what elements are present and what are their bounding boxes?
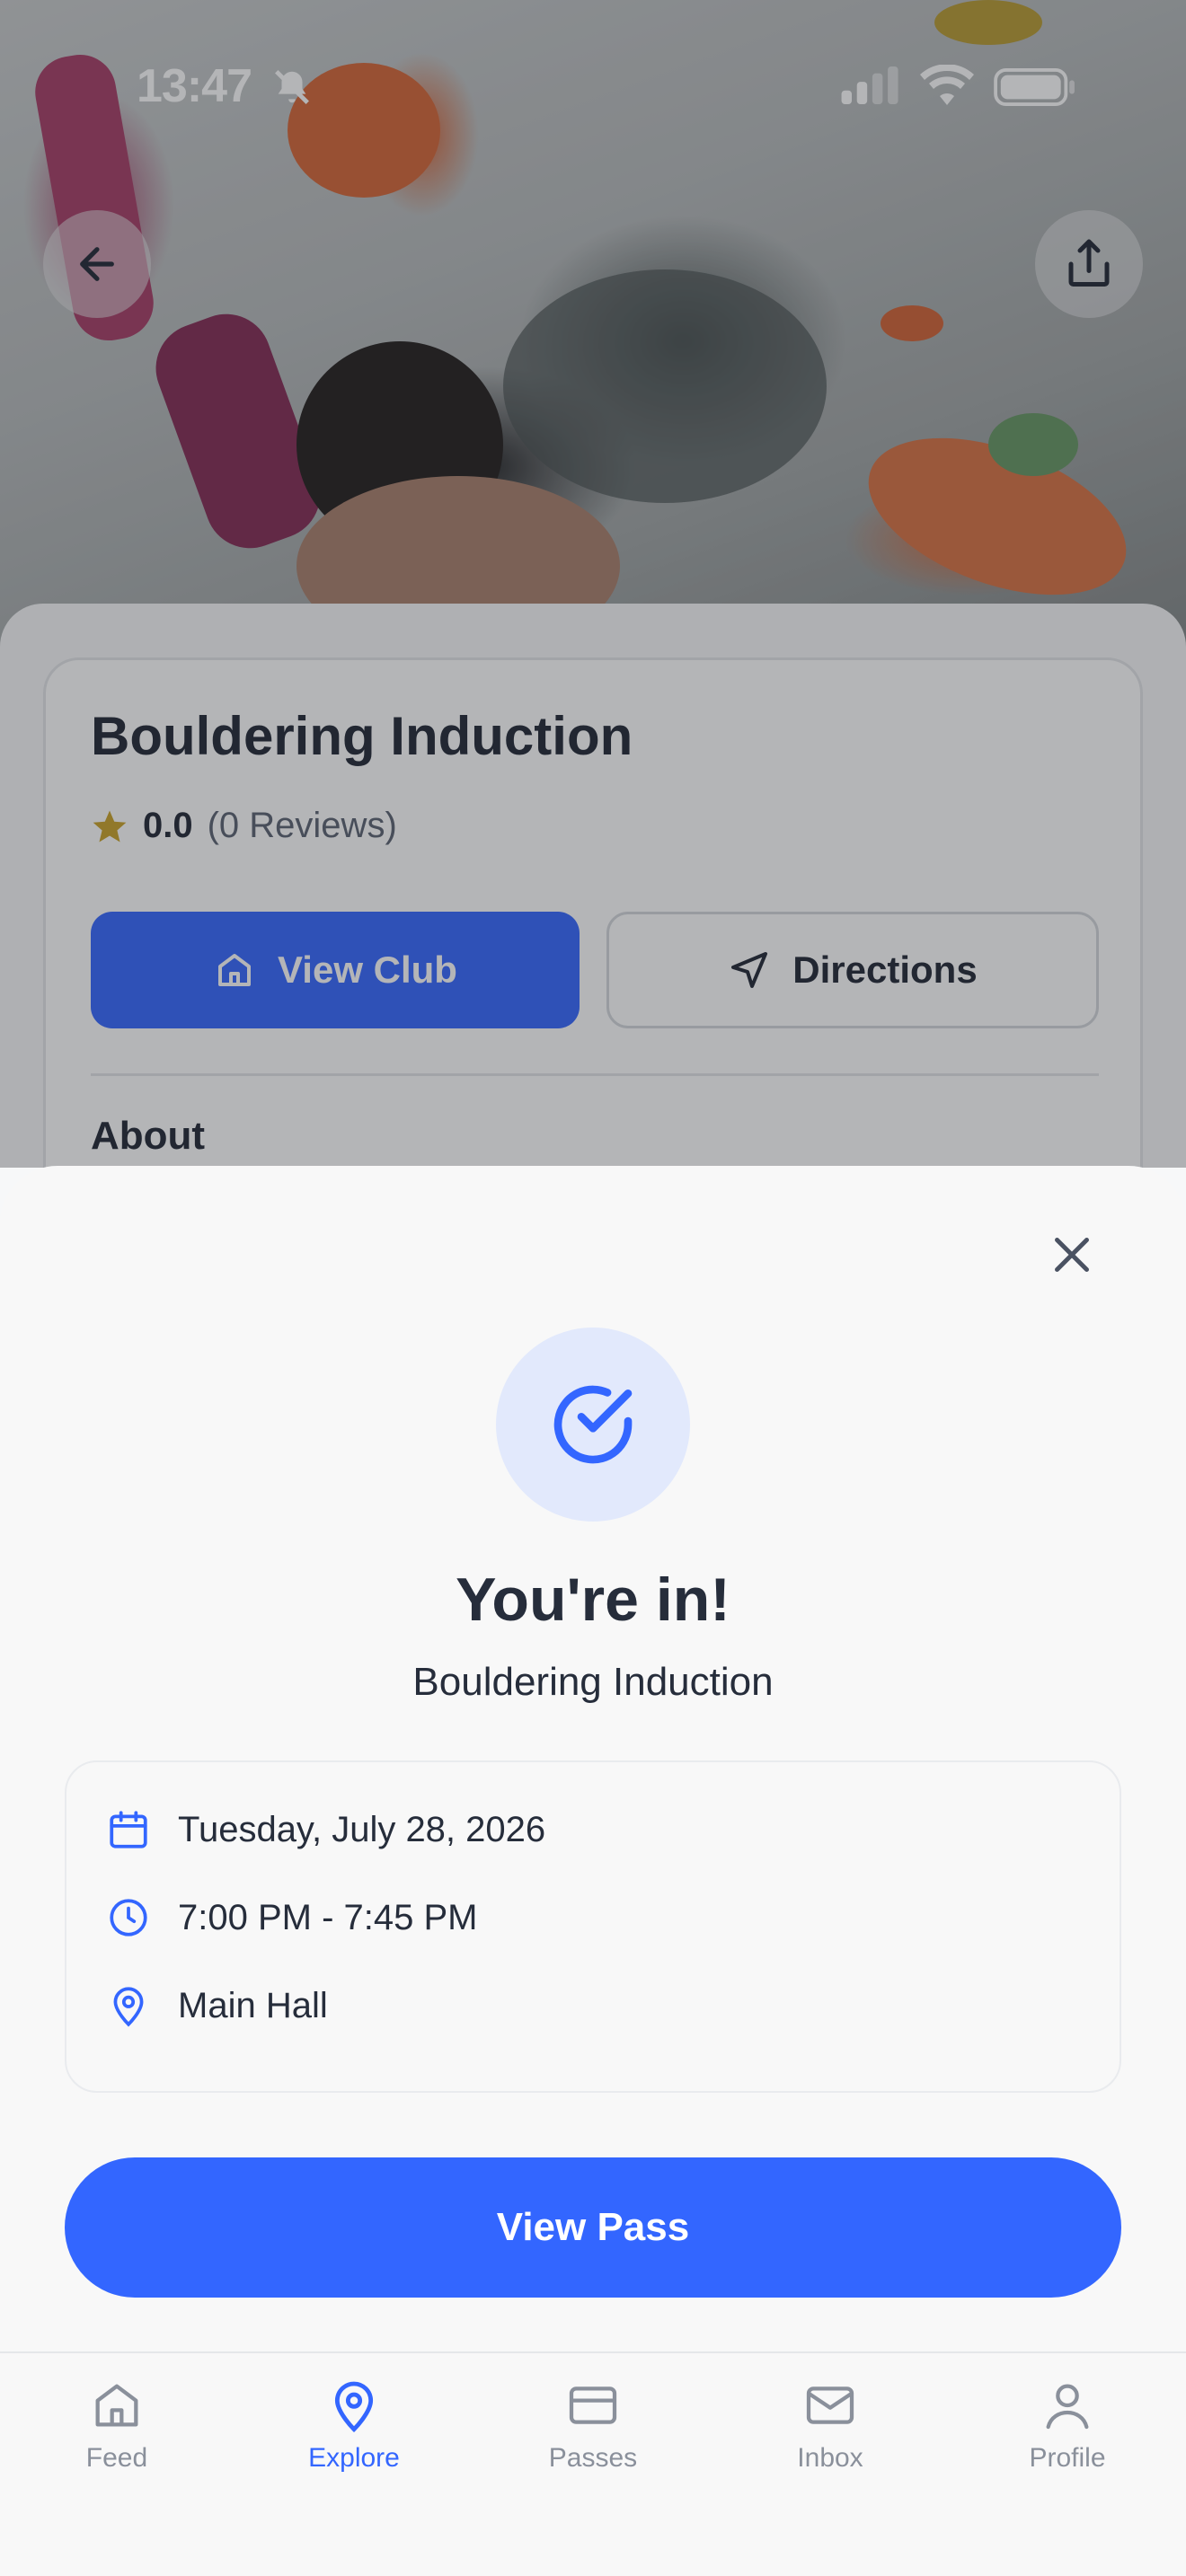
success-badge: [496, 1328, 690, 1522]
tab-label: Feed: [85, 2443, 148, 2473]
close-icon[interactable]: [1042, 1225, 1102, 1284]
view-pass-button[interactable]: View Pass: [65, 2157, 1121, 2298]
confirmation-event-name: Bouldering Induction: [412, 1660, 774, 1704]
mail-icon: [806, 2386, 854, 2424]
clock-icon: [110, 1899, 147, 1936]
check-circle-icon: [553, 1385, 633, 1464]
tab-label: Inbox: [797, 2443, 863, 2473]
tab-label: Profile: [1029, 2443, 1106, 2473]
booking-date: Tuesday, July 28, 2026: [178, 1809, 546, 1849]
booking-time: 7:00 PM - 7:45 PM: [178, 1897, 478, 1937]
map-pin-icon: [113, 1987, 144, 2027]
date-row: Tuesday, July 28, 2026: [106, 1807, 545, 1852]
user-icon: [1046, 2384, 1089, 2430]
tab-explore[interactable]: Explore: [264, 2377, 444, 2474]
booking-location: Main Hall: [178, 1985, 328, 2025]
tab-feed[interactable]: Feed: [27, 2377, 207, 2474]
modal-backdrop[interactable]: [0, 0, 1186, 1168]
tab-label: Explore: [308, 2443, 400, 2473]
card-icon: [569, 2386, 617, 2424]
confirmation-heading: You're in!: [456, 1566, 730, 1634]
calendar-icon: [110, 1811, 147, 1848]
home-icon: [95, 2384, 138, 2427]
map-pin-icon: [334, 2381, 374, 2433]
tab-passes[interactable]: Passes: [503, 2377, 683, 2474]
tab-bar: Feed Explore Passes Inbox Profile: [0, 2351, 1186, 2576]
tab-inbox[interactable]: Inbox: [740, 2377, 920, 2474]
booking-details: Tuesday, July 28, 2026 7:00 PM - 7:45 PM…: [65, 1760, 1121, 2093]
tab-profile[interactable]: Profile: [978, 2377, 1157, 2474]
time-row: 7:00 PM - 7:45 PM: [106, 1895, 477, 1940]
tab-label: Passes: [548, 2443, 638, 2473]
location-row: Main Hall: [106, 1983, 328, 2028]
